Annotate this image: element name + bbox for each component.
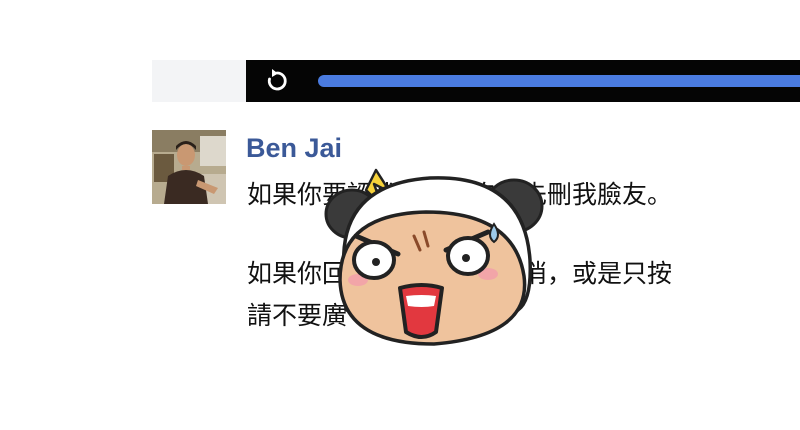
video-progress-bar[interactable] bbox=[318, 75, 800, 87]
avatar[interactable] bbox=[152, 130, 226, 204]
video-left-gutter bbox=[152, 60, 248, 102]
video-progress-fill bbox=[318, 75, 800, 87]
replay-icon[interactable] bbox=[262, 67, 292, 95]
angry-panda-sticker-icon bbox=[324, 168, 544, 346]
